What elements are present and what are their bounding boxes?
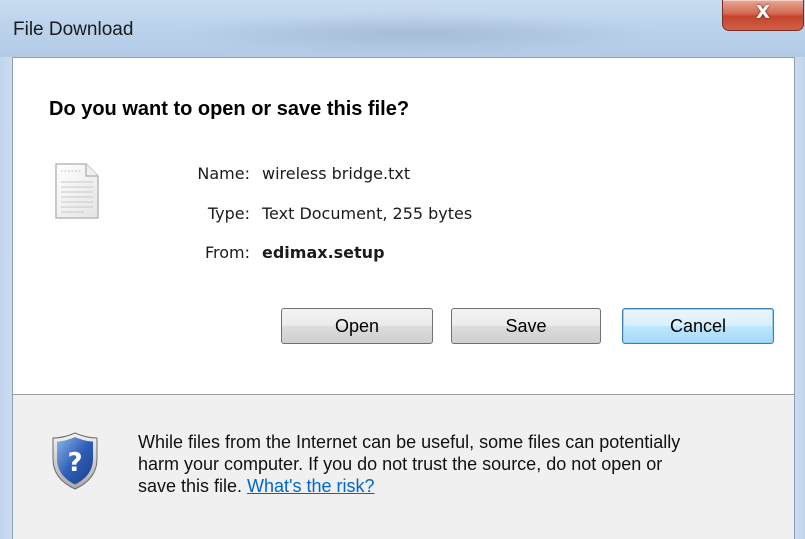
file-source-row: From: bbox=[150, 243, 250, 265]
file-source-value: edimax.setup bbox=[262, 243, 385, 262]
open-button[interactable]: Open bbox=[281, 308, 433, 344]
shield-question-icon: ? bbox=[50, 431, 100, 495]
file-type-value: Text Document, 255 bytes bbox=[262, 204, 473, 223]
file-name-row: Name: bbox=[150, 164, 250, 186]
from-label: From: bbox=[204, 243, 250, 262]
warning-line-3: save this file. What's the risk? bbox=[138, 475, 788, 497]
name-label: Name: bbox=[197, 164, 250, 183]
window-frame-left bbox=[0, 57, 12, 539]
window-frame-right bbox=[795, 57, 805, 539]
save-button[interactable]: Save bbox=[451, 308, 601, 344]
window-title: File Download bbox=[13, 19, 134, 40]
text-document-icon bbox=[54, 162, 100, 224]
title-bar: File Download X bbox=[0, 0, 805, 57]
type-label: Type: bbox=[207, 204, 250, 223]
whats-the-risk-link[interactable]: What's the risk? bbox=[247, 476, 374, 496]
warning-line-2: harm your computer. If you do not trust … bbox=[138, 454, 663, 474]
dialog-heading: Do you want to open or save this file? bbox=[49, 98, 410, 120]
background-blur bbox=[175, 14, 655, 54]
close-button[interactable]: X bbox=[722, 0, 804, 31]
warning-line-3-text: save this file. bbox=[138, 476, 248, 496]
svg-text:?: ? bbox=[67, 448, 82, 478]
close-icon: X bbox=[756, 2, 770, 23]
warning-line-1: While files from the Internet can be use… bbox=[138, 432, 681, 452]
file-name-value: wireless bridge.txt bbox=[262, 164, 411, 183]
security-warning-text: While files from the Internet can be use… bbox=[138, 431, 788, 497]
cancel-button[interactable]: Cancel bbox=[622, 308, 774, 344]
file-type-row: Type: bbox=[150, 204, 250, 226]
